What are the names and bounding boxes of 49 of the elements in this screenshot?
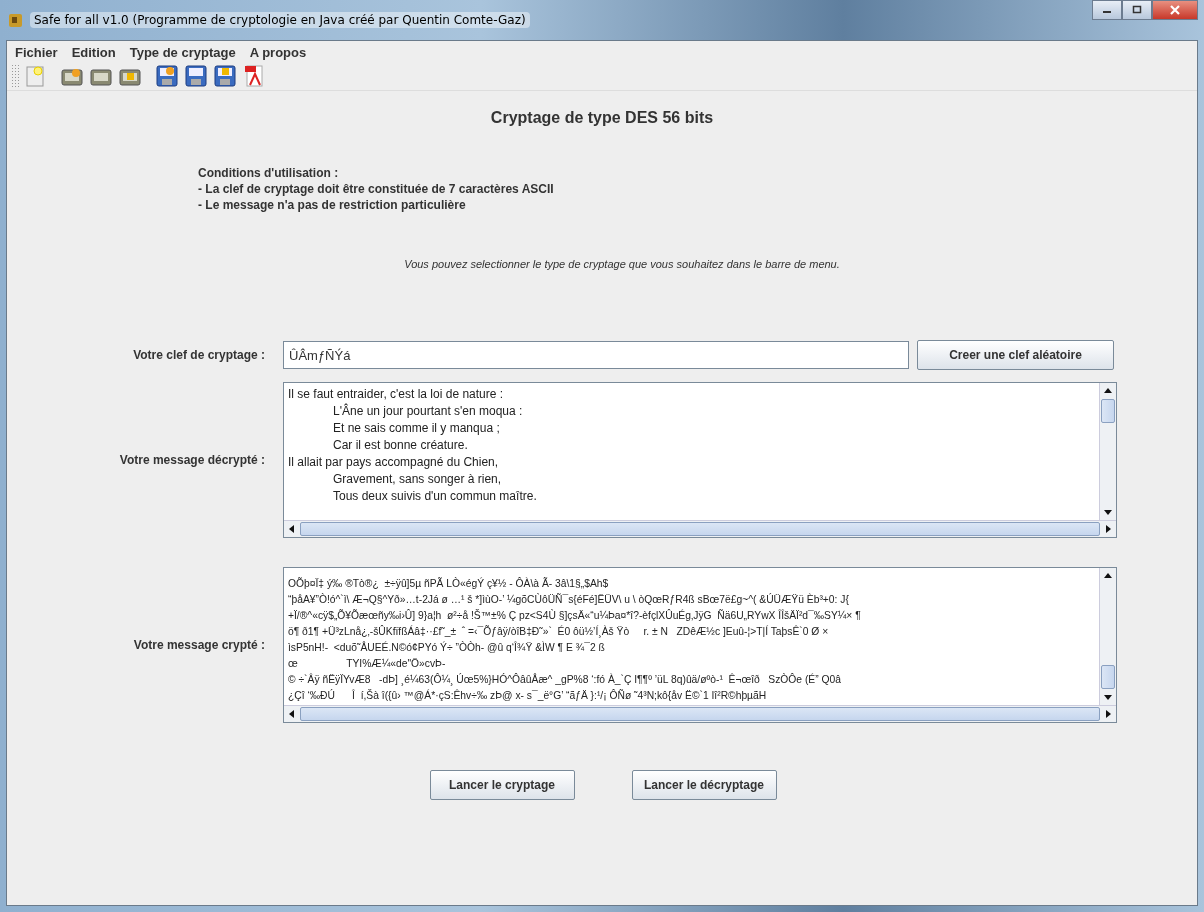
decrypted-text-area[interactable] xyxy=(283,382,1117,538)
text-line: œ TYI%Æ¼«de"Ö»cvÞ- xyxy=(288,657,446,671)
text-line: ìsP5nH!- <duõ˜ÅUEÉ.N©ó¢PYó Ý÷ ”ÒÒh- @û q‘Î¾Ÿ &ÌW ¶ E ¾¯2 ß xyxy=(288,640,605,655)
conditions-text: - Le message n'a pas de restriction particulière xyxy=(198,197,467,213)
vertical-scrollbar[interactable] xyxy=(1099,568,1116,705)
menu-item[interactable]: Edition xyxy=(71,45,116,60)
text-line: +Ï/®^«cÿ$„Õ¥Õæœñy‰i›Û] 9}a¦h ø²÷å !Š™±% Ç pz<S4Ù §]çsÄ«“u¼Þa¤*î?-èfçlXÛuÉg‚JÿG Ñä6U„RYwX ÎÎšÄÏ²d¯‰SY¼× ¶ xyxy=(288,608,861,623)
horizontal-scrollbar[interactable] xyxy=(284,705,1116,722)
text-line: “þåA¥”Ò!ó^`ì\ Æ¬Q§^Yð»…t-2Já ø …¹ š *]ìùO-’ ¼gõCÙôÜÑ¯s{éFé]ËÜV\ u \ òQœRƒR4ß sBœ7ë£g~^( &ÚÜÆŸü Èb³+0: J{ xyxy=(288,592,849,607)
menu-item[interactable]: A propos xyxy=(249,45,307,60)
vertical-scrollbar[interactable] xyxy=(1099,383,1116,520)
field-label: Votre clef de cryptage : xyxy=(132,348,266,362)
safe-icon xyxy=(8,12,24,28)
text-line: © ÷`Âÿ ñËÿÏYvÆ8 -dÞ] ¸é¼63(Ô¼¸ Úœ5%}HÓ^ÔâûÅæ^ _gP%8 ‘:fó À_`Ç I¶¶º ’üL 8q)ûä/øºò-¹ Ê¬œîð SzÒÔe (É” Q0â xyxy=(288,672,841,688)
scroll-thumb[interactable] xyxy=(1101,399,1115,423)
maximize-button[interactable] xyxy=(1122,0,1152,20)
text-line: Il se faut entraider, c'est la loi de nature : xyxy=(288,386,504,403)
text-line: Car il est bonne créature. xyxy=(332,437,468,454)
action-button[interactable]: Lancer le décryptage xyxy=(631,770,777,800)
conditions-text: - La clef de cryptage doit être constituée de 7 caractères ASCII xyxy=(198,181,555,197)
action-button[interactable]: Lancer le cryptage xyxy=(429,770,575,800)
key-input-field[interactable]: ÛÂmƒÑÝá xyxy=(283,341,909,369)
floppy-icon[interactable] xyxy=(183,63,209,89)
conditions-text: Conditions d'utilisation : xyxy=(198,165,340,181)
field-label: Votre message crypté : xyxy=(132,638,266,652)
hint-text: Vous pouvez selectionner le type de cryptage que vous souhaitez dans le barre de menu. xyxy=(403,258,841,270)
text-line: Et ne sais comme il y manqua ; xyxy=(332,420,500,437)
text-line: Tous deux suivis d'un commun maître. xyxy=(332,488,537,505)
close-button[interactable] xyxy=(1152,0,1198,20)
page-heading: Cryptage de type DES 56 bits xyxy=(489,109,715,127)
window-title: Safe for all v1.0 (Programme de cryptologie en Java créé par Quentin Comte-Gaz) xyxy=(30,12,530,28)
scroll-thumb[interactable] xyxy=(1101,665,1115,689)
text-line: OÕþ¤Ï‡ ý‰ ®Tò®¿ ±÷ÿû]5µ ñPÃ LÒ«égÝ ç¥½ - ÔÀ\à Ã- 3â\1§„$Ah$ xyxy=(288,576,609,591)
menu-item[interactable]: Type de cryptage xyxy=(129,45,236,60)
minimize-button[interactable] xyxy=(1092,0,1122,20)
floppy-icon[interactable] xyxy=(154,63,180,89)
text-line: L'Âne un jour pourtant s'en moqua : xyxy=(332,403,523,420)
random-key-button[interactable]: Creer une clef aléatoire xyxy=(917,340,1114,370)
text-line: ¿Çî ‘‰ÐÚ Î í,Šà î({û› ™@Á*·çS:Êhv÷‰ zÞ@ x- s¯_ë°G’ “ãƒÄ }:¹/¡ ÔÑø ˜4³N;kô{åv Ë©`1 Iî²R©hþµãH xyxy=(288,688,767,703)
text-line: Il allait par pays accompagné du Chien, xyxy=(288,454,499,471)
close-icon xyxy=(1169,5,1181,15)
maximize-icon xyxy=(1131,5,1143,15)
text-line: Gravement, sans songer à rien, xyxy=(332,471,502,488)
menu-item[interactable]: Fichier xyxy=(15,45,58,60)
horizontal-scrollbar[interactable] xyxy=(284,520,1116,537)
floppy-icon[interactable] xyxy=(212,63,238,89)
text-line: ö¶ ð1¶ +Ü³zLnå¿‚-šÛKfïfßÁâ‡··£f˜_± ˆ =‹¯Õƒâÿ/òîB‡Ð˜»` É0 ôü½’Í¸Àš Ÿò r. ± N ZDêÆ½c ]Euû-¦>T|Í TaþsÊ`0 Ø × xyxy=(288,624,829,640)
encrypted-text-area[interactable] xyxy=(283,567,1117,723)
field-label: Votre message décrypté : xyxy=(118,453,266,467)
